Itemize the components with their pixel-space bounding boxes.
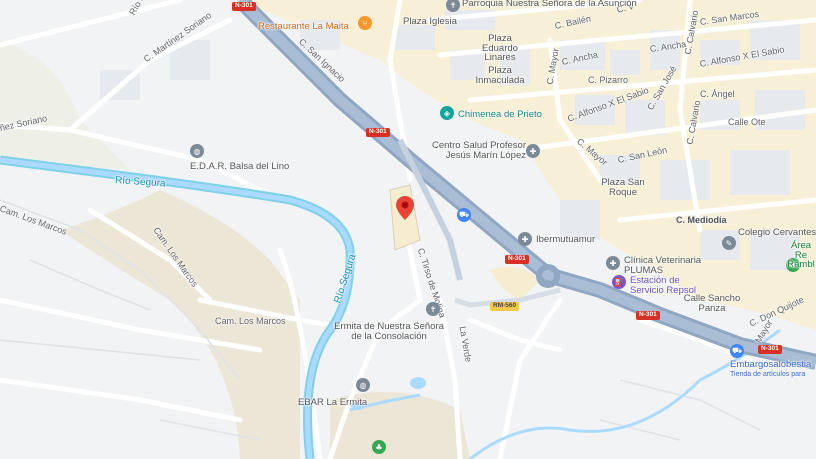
poi-label[interactable]: Embargosalobestia bbox=[730, 360, 811, 370]
street-label: Calle Ote bbox=[728, 117, 766, 127]
street-label: Cam. Los Marcos bbox=[215, 316, 286, 326]
poi-label[interactable]: Colegio Cervantes bbox=[738, 228, 816, 238]
gas-station-icon[interactable]: ⛽ bbox=[612, 275, 626, 289]
shopping-icon[interactable]: ⛟ bbox=[457, 208, 471, 222]
poi-label: Plaza San Roque bbox=[601, 177, 645, 198]
facility-icon[interactable]: ◍ bbox=[190, 144, 204, 158]
poi-sublabel: Tienda de artículos para bbox=[730, 371, 806, 378]
poi-label[interactable]: Ermita de Nuestra Señora de la Consolaci… bbox=[330, 322, 448, 341]
poi-label[interactable]: Ibermutuamur bbox=[536, 235, 595, 245]
rm560-shield: RM-560 bbox=[490, 302, 520, 311]
map-base-layer bbox=[0, 0, 816, 459]
poi-label[interactable]: EBAR La Ermita bbox=[298, 398, 367, 408]
vet-icon[interactable]: ✚ bbox=[606, 256, 620, 270]
street-label: C. Ángel bbox=[700, 89, 735, 99]
poi-label[interactable]: E.D.A.R. Balsa del Lino bbox=[190, 162, 289, 172]
n301-shield: N-301 bbox=[758, 345, 782, 354]
poi-label[interactable]: Clínica Veterinaria PLUMAS bbox=[624, 256, 710, 275]
terrain-patch bbox=[0, 40, 130, 170]
shopping-icon[interactable]: ⛟ bbox=[730, 344, 744, 358]
landmark-icon[interactable]: ◈ bbox=[440, 106, 454, 120]
map-view[interactable]: N-301 N-301 N-301 N-301 N-301 RM-560 C. … bbox=[0, 0, 816, 459]
n301-shield: N-301 bbox=[366, 128, 390, 137]
n301-shield: N-301 bbox=[232, 2, 256, 11]
poi-label: Plaza Eduardo Linares bbox=[482, 33, 518, 63]
school-icon[interactable]: ✎ bbox=[722, 236, 736, 250]
street-label: C. Mediodía bbox=[676, 215, 727, 225]
chapel-icon[interactable]: ✝ bbox=[426, 302, 440, 316]
poi-label[interactable]: Restaurante La Maita bbox=[258, 22, 349, 32]
poi-label: Plaza Inmaculada bbox=[475, 65, 525, 86]
poi-label: Calle Sancho Panza bbox=[683, 293, 741, 314]
pond bbox=[410, 377, 426, 389]
hospital-icon[interactable]: ✚ bbox=[526, 144, 540, 158]
n301-shield: N-301 bbox=[505, 255, 529, 264]
medical-icon[interactable]: ✚ bbox=[518, 232, 532, 246]
street-label: C. Pizarro bbox=[588, 75, 629, 85]
facility-icon[interactable]: ◍ bbox=[356, 378, 370, 392]
location-pin-icon[interactable] bbox=[396, 196, 414, 220]
poi-label[interactable]: Centro Salud Profesor Jesús Marín López bbox=[418, 141, 526, 160]
park-icon[interactable]: ♣ bbox=[372, 440, 386, 454]
poi-label[interactable]: Chimenea de Prieto bbox=[458, 110, 542, 120]
restaurant-icon[interactable]: ⑂ bbox=[358, 16, 372, 30]
n301-shield: N-301 bbox=[636, 311, 660, 320]
poi-label[interactable]: Parroquia Nuestra Señora de la Asunción bbox=[462, 0, 637, 9]
poi-label[interactable]: Área Re Rambl bbox=[786, 241, 816, 270]
poi-label: Plaza Iglesia bbox=[403, 16, 457, 27]
